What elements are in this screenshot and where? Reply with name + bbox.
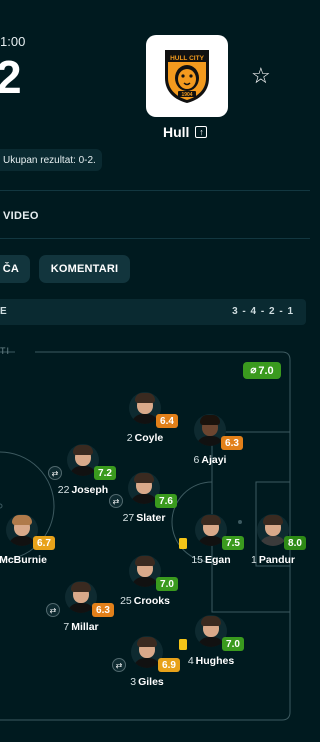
no-symbol-icon: ⌀ — [250, 365, 257, 376]
player-name: 4 Hughes — [187, 655, 235, 667]
player-mcburnie[interactable]: 6.7 McBurnie — [0, 514, 57, 574]
player-name: 25 Crooks — [120, 595, 170, 607]
player-rating: 6.3 — [221, 436, 243, 450]
player-name: 15 Egan — [191, 554, 231, 566]
crest-year: 1904 — [181, 92, 192, 98]
player-name: McBurnie — [0, 554, 47, 566]
player-rating: 6.3 — [92, 603, 114, 617]
star-icon[interactable]: ☆ — [251, 63, 271, 89]
player-slater[interactable]: ⇄ 7.6 27 Slater — [109, 472, 179, 532]
player-name: 2 Coyle — [126, 432, 164, 444]
divider — [0, 190, 310, 191]
player-rating: 8.0 — [284, 536, 306, 550]
external-link-icon[interactable]: ↑ — [195, 126, 208, 138]
tab-video[interactable]: VIDEO — [3, 210, 39, 222]
pitch-label: TI — [0, 346, 10, 356]
substitution-icon: ⇄ — [46, 603, 60, 617]
tab-partial[interactable]: ČA — [0, 255, 30, 283]
crest-text: HULL CITY — [170, 55, 204, 62]
player-egan[interactable]: 7.5 15 Egan — [176, 514, 246, 574]
aggregate-score-badge: Ukupan rezultat: 0-2. — [0, 149, 102, 171]
player-millar[interactable]: ⇄ 6.3 7 Millar — [46, 581, 116, 641]
team-rating-badge: ⌀ 7.0 — [243, 362, 281, 379]
match-time: 1:00 — [0, 34, 26, 49]
player-pandur[interactable]: 8.0 1 Pandur — [238, 514, 308, 574]
yellow-card-icon — [179, 538, 187, 549]
lineup-header-bar: E 3 - 4 - 2 - 1 — [0, 299, 306, 325]
substitution-icon: ⇄ — [112, 658, 126, 672]
player-name: 6 Ajayi — [193, 454, 227, 466]
player-crooks[interactable]: 7.0 25 Crooks — [110, 555, 180, 615]
player-coyle[interactable]: 6.4 2 Coyle — [110, 392, 180, 452]
player-ajayi[interactable]: 6.3 6 Ajayi — [175, 414, 245, 474]
player-joseph[interactable]: ⇄ 7.2 22 Joseph — [48, 444, 118, 504]
player-giles[interactable]: ⇄ 6.9 3 Giles — [112, 636, 182, 696]
player-hughes[interactable]: 7.0 4 Hughes — [176, 615, 246, 675]
team-logo-card[interactable]: HULL CITY 1904 — [146, 35, 228, 117]
team-rating-value: 7.0 — [258, 364, 274, 377]
substitution-icon: ⇄ — [109, 494, 123, 508]
player-name: 1 Pandur — [250, 554, 295, 566]
lineup-bar-label: E — [0, 306, 7, 317]
player-rating: 7.0 — [156, 577, 178, 591]
hull-city-crest: HULL CITY 1904 — [165, 50, 209, 103]
player-rating: 6.9 — [158, 658, 180, 672]
player-name: 27 Slater — [122, 512, 166, 524]
player-rating: 7.0 — [222, 637, 244, 651]
player-rating: 7.6 — [155, 494, 177, 508]
team-name[interactable]: Hull ↑ — [163, 124, 208, 140]
comments-button[interactable]: KOMENTARI — [39, 255, 130, 283]
player-name: 22 Joseph — [57, 484, 109, 496]
player-name: 7 Millar — [63, 621, 99, 633]
player-rating: 6.7 — [33, 536, 55, 550]
score: 2 — [0, 51, 22, 103]
divider — [0, 238, 310, 239]
team-name-label: Hull — [163, 124, 190, 140]
player-name: 3 Giles — [130, 676, 164, 688]
formation: 3 - 4 - 2 - 1 — [232, 306, 294, 317]
substitution-icon: ⇄ — [48, 466, 62, 480]
